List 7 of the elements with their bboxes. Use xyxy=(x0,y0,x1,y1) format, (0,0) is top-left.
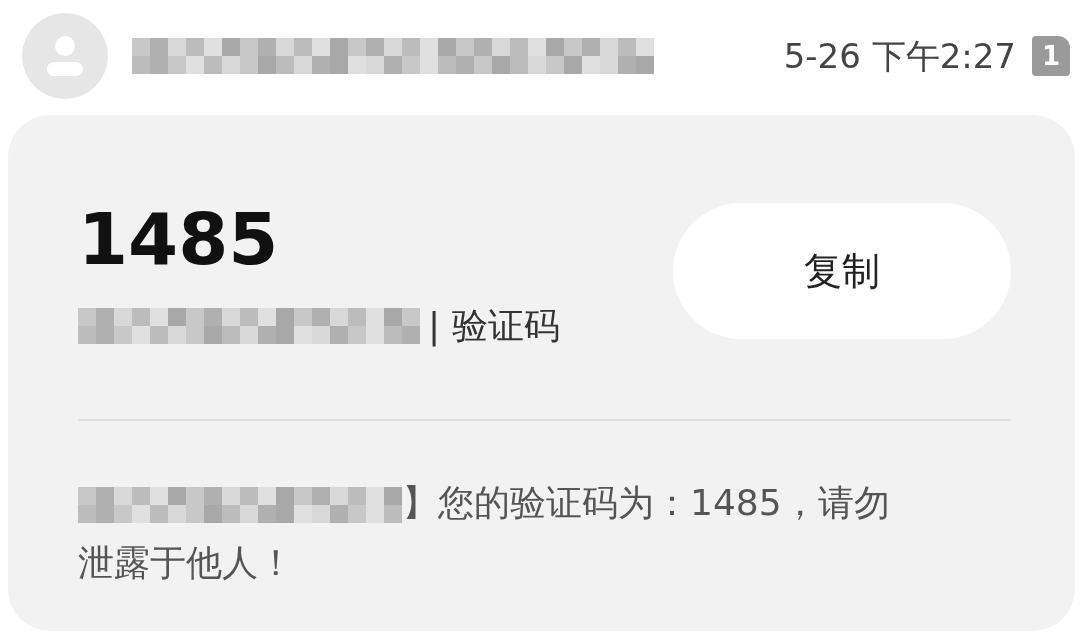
sender-label: | 验证码 xyxy=(428,304,560,349)
verification-code: 1485 xyxy=(78,203,280,275)
message-text: 泄露于他人！ xyxy=(78,541,295,585)
message-text: 】您的验证码为：1485，请勿 xyxy=(402,481,890,525)
message-time: 5-26 下午2:27 xyxy=(783,34,1016,78)
copy-button[interactable]: 复制 xyxy=(673,203,1011,339)
sim-card-icon: 1 xyxy=(1032,36,1070,76)
